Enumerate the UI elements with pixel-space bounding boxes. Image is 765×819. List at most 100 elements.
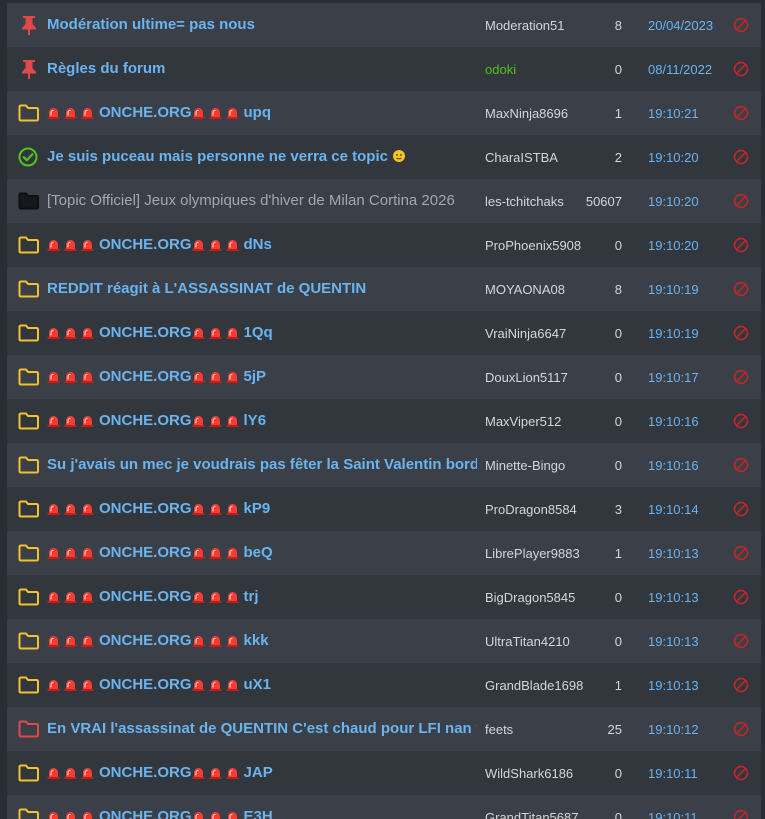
topic-last-post-date[interactable]: 19:10:20 <box>648 150 699 165</box>
topic-row[interactable]: ONCHE.ORG beQ LibrePlayer9883 1 19:10:13 <box>7 531 761 575</box>
topic-reply-count: 3 <box>614 502 622 517</box>
alarm-emoji-icon <box>192 680 205 691</box>
alarm-emoji-icon <box>192 548 205 559</box>
topic-author-link[interactable]: MOYAONA08 <box>485 282 565 297</box>
topic-row[interactable]: En VRAI l'assassinat de QUENTIN C'est ch… <box>7 707 761 751</box>
topic-author-link[interactable]: MaxViper512 <box>485 414 561 429</box>
topic-row[interactable]: Su j'avais un mec je voudrais pas fêter … <box>7 443 761 487</box>
topic-title-link[interactable]: ONCHE.ORG kkk <box>47 631 477 653</box>
topic-row[interactable]: Je suis puceau mais personne ne verra ce… <box>7 135 761 179</box>
topic-title-link[interactable]: ONCHE.ORG beQ <box>47 543 477 565</box>
topic-row[interactable]: ONCHE.ORG trj BigDragon5845 0 19:10:13 <box>7 575 761 619</box>
topic-title-text: ONCHE.ORG <box>99 368 192 385</box>
alarm-emoji-icon <box>210 812 220 819</box>
topic-reply-count: 0 <box>614 458 622 473</box>
topic-last-post-date[interactable]: 19:10:16 <box>648 458 699 473</box>
topic-row[interactable]: Règles du forum odoki 0 08/11/2022 <box>7 47 761 91</box>
topic-last-post-date[interactable]: 19:10:14 <box>648 502 699 517</box>
topic-author-link[interactable]: GrandBlade1698 <box>485 678 583 693</box>
topic-title-link[interactable]: Règles du forum <box>47 59 477 79</box>
topic-author-link[interactable]: Minette-Bingo <box>485 458 565 473</box>
topic-last-post-date[interactable]: 19:10:12 <box>648 722 699 737</box>
alarm-emoji-group <box>47 809 98 819</box>
topic-title-link[interactable]: ONCHE.ORG 1Qq <box>47 323 477 345</box>
pin-icon <box>22 60 36 79</box>
alarm-emoji-icon <box>81 680 94 691</box>
topic-title-link[interactable]: ONCHE.ORG uX1 <box>47 675 477 697</box>
alarm-emoji-icon <box>192 328 205 339</box>
topic-last-post-date[interactable]: 19:10:20 <box>648 238 699 253</box>
topic-row[interactable]: Modération ultime= pas nous Moderation51 8… <box>7 3 761 47</box>
topic-author-link[interactable]: feets <box>485 722 513 737</box>
topic-author-link[interactable]: DouxLion5117 <box>485 370 568 385</box>
topic-last-post-date[interactable]: 19:10:13 <box>648 678 699 693</box>
topic-title-link[interactable]: Modération ultime= pas nous <box>47 15 477 35</box>
topic-author-link[interactable]: WildShark6186 <box>485 766 573 781</box>
topic-author-link[interactable]: ProPhoenix5908 <box>485 238 581 253</box>
topic-row[interactable]: ONCHE.ORG kP9 ProDragon8584 3 19:10:14 <box>7 487 761 531</box>
topic-title-link[interactable]: Su j'avais un mec je voudrais pas fêter … <box>47 455 477 475</box>
topic-title-link[interactable]: Je suis puceau mais personne ne verra ce… <box>47 147 477 167</box>
alarm-emoji-icon <box>47 592 60 603</box>
alarm-emoji-icon <box>226 504 239 515</box>
topic-last-post-date[interactable]: 19:10:11 <box>648 766 698 781</box>
topic-row[interactable]: ONCHE.ORG E3H GrandTitan5687 0 19:10:11 <box>7 795 761 819</box>
topic-title-link[interactable]: En VRAI l'assassinat de QUENTIN C'est ch… <box>47 719 477 739</box>
topic-author-link[interactable]: BigDragon5845 <box>485 590 575 605</box>
topic-last-post-date[interactable]: 08/11/2022 <box>648 62 712 77</box>
topic-row[interactable]: [Topic Officiel] Jeux olympiques d'hiver… <box>7 179 761 223</box>
topic-row[interactable]: ONCHE.ORG lY6 MaxViper512 0 19:10:16 <box>7 399 761 443</box>
topic-last-post-date[interactable]: 19:10:21 <box>648 106 699 121</box>
topic-author-link[interactable]: CharaISTBA <box>485 150 558 165</box>
alarm-emoji-icon <box>64 680 77 691</box>
topic-title-link[interactable]: ONCHE.ORG E3H <box>47 807 477 819</box>
alarm-emoji-group <box>192 589 243 609</box>
topic-author-link[interactable]: Moderation51 <box>485 18 565 33</box>
topic-row[interactable]: REDDIT réagit à L'ASSASSINAT de QUENTIN M… <box>7 267 761 311</box>
topic-last-post-date[interactable]: 19:10:19 <box>648 282 699 297</box>
topic-author-link[interactable]: MaxNinja8696 <box>485 106 568 121</box>
topic-author-link[interactable]: LibrePlayer9883 <box>485 546 580 561</box>
topic-reply-count: 0 <box>614 370 622 385</box>
topic-title-link[interactable]: ONCHE.ORG lY6 <box>47 411 477 433</box>
topic-title-text: Je suis puceau mais personne ne verra ce… <box>47 148 388 165</box>
alarm-emoji-icon <box>81 328 94 339</box>
topic-title-link[interactable]: REDDIT réagit à L'ASSASSINAT de QUENTIN <box>47 279 477 299</box>
topic-row[interactable]: ONCHE.ORG JAP WildShark6186 0 19:10:11 <box>7 751 761 795</box>
alarm-emoji-icon <box>47 240 60 251</box>
alarm-emoji-icon <box>81 108 94 119</box>
topic-last-post-date[interactable]: 19:10:20 <box>648 194 699 209</box>
topic-author-link[interactable]: odoki <box>485 62 516 77</box>
alarm-emoji-icon <box>47 548 60 559</box>
topic-title-link[interactable]: ONCHE.ORG dNs <box>47 235 477 257</box>
topic-last-post-date[interactable]: 19:10:13 <box>648 546 699 561</box>
topic-last-post-date[interactable]: 19:10:11 <box>648 810 698 819</box>
topic-row[interactable]: ONCHE.ORG uX1 GrandBlade1698 1 19:10:13 <box>7 663 761 707</box>
topic-title-link[interactable]: ONCHE.ORG trj <box>47 587 477 609</box>
topic-author-link[interactable]: UltraTitan4210 <box>485 634 570 649</box>
topic-title-link[interactable]: [Topic Officiel] Jeux olympiques d'hiver… <box>47 191 477 211</box>
topic-row[interactable]: ONCHE.ORG kkk UltraTitan4210 0 19:10:13 <box>7 619 761 663</box>
topic-title-link[interactable]: ONCHE.ORG kP9 <box>47 499 477 521</box>
topic-row[interactable]: ONCHE.ORG 1Qq VraiNinja6647 0 19:10:19 <box>7 311 761 355</box>
topic-row[interactable]: ONCHE.ORG 5jP DouxLion5117 0 19:10:17 <box>7 355 761 399</box>
topic-last-post-date[interactable]: 19:10:16 <box>648 414 699 429</box>
topic-last-post-date[interactable]: 19:10:17 <box>648 370 699 385</box>
topic-last-post-date[interactable]: 19:10:13 <box>648 634 699 649</box>
topic-row[interactable]: ONCHE.ORG dNs ProPhoenix5908 0 19:10:20 <box>7 223 761 267</box>
topic-author-link[interactable]: les-tchitchaks <box>485 194 564 209</box>
topic-reply-count: 1 <box>614 678 622 693</box>
topic-title-link[interactable]: ONCHE.ORG JAP <box>47 763 477 785</box>
topic-last-post-date[interactable]: 20/04/2023 <box>648 18 713 33</box>
topic-last-post-date[interactable]: 19:10:19 <box>648 326 699 341</box>
topic-title-link[interactable]: ONCHE.ORG upq <box>47 103 477 125</box>
topic-author-link[interactable]: VraiNinja6647 <box>485 326 566 341</box>
topic-list: Modération ultime= pas nous Moderation51 8… <box>0 0 765 819</box>
topic-title-link[interactable]: ONCHE.ORG 5jP <box>47 367 477 389</box>
topic-last-post-date[interactable]: 19:10:13 <box>648 590 699 605</box>
block-icon <box>733 545 749 561</box>
topic-author-link[interactable]: GrandTitan5687 <box>485 810 578 819</box>
topic-author-link[interactable]: ProDragon8584 <box>485 502 577 517</box>
alarm-emoji-group <box>47 545 98 565</box>
topic-row[interactable]: ONCHE.ORG upq MaxNinja8696 1 19:10:21 <box>7 91 761 135</box>
